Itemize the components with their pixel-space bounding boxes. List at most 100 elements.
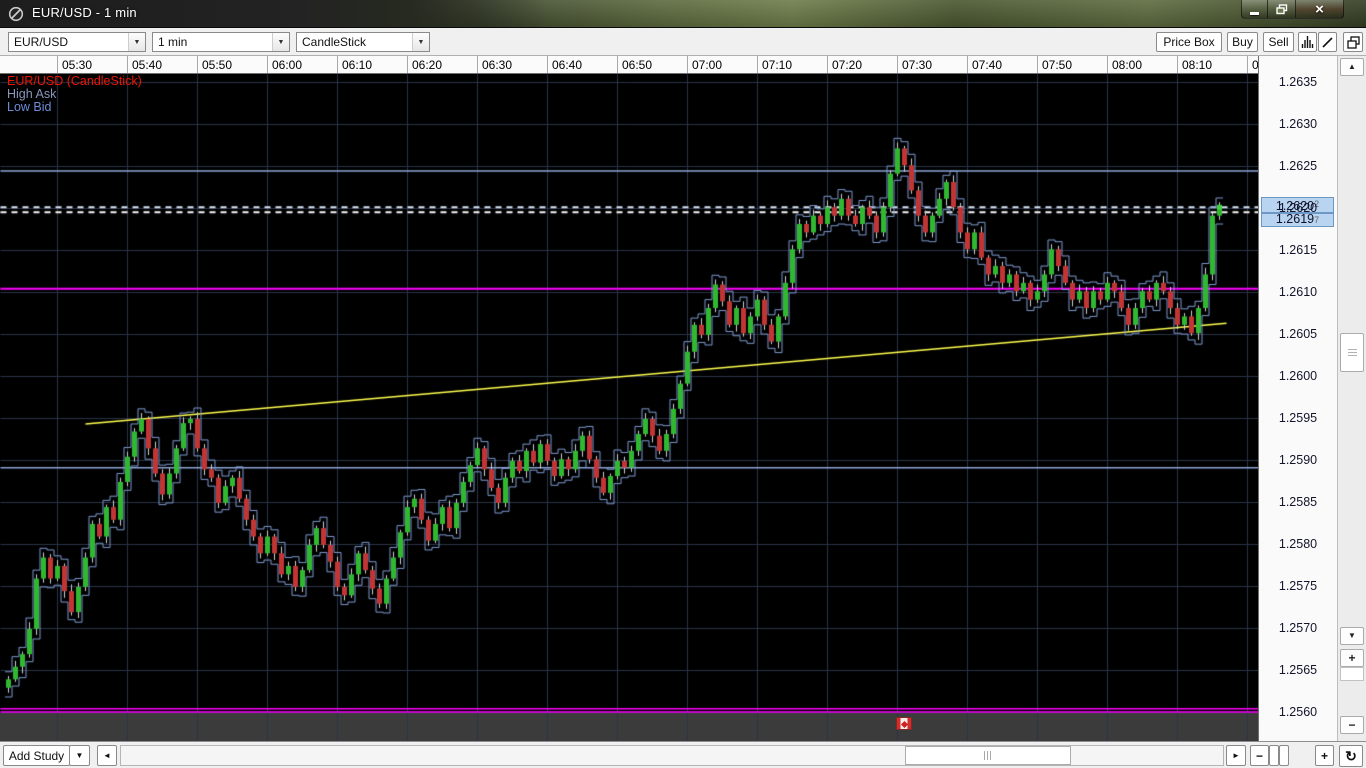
minimize-button[interactable] — [1241, 0, 1268, 19]
horizontal-zoom-out-button[interactable]: − — [1250, 745, 1269, 766]
thumb-grip — [984, 751, 993, 760]
minus-icon: − — [1348, 719, 1355, 731]
legend-low-bid-label: Low Bid — [7, 101, 142, 114]
time-tick — [407, 56, 408, 74]
horizontal-scroll-track[interactable] — [120, 745, 1224, 766]
candlestick-chart-canvas[interactable] — [0, 74, 1258, 741]
reset-icon: ↻ — [1345, 748, 1357, 765]
time-tick-label: 06:50 — [622, 58, 652, 72]
time-tick-label: 07:20 — [832, 58, 862, 72]
time-tick — [477, 56, 478, 74]
left-arrow-icon: ◄ — [103, 752, 111, 760]
chart-plot: EUR/USD (CandleStick) High Ask Low Bid — [0, 74, 1258, 741]
interval-value: 1 min — [158, 35, 187, 49]
symbol-select[interactable]: EUR/USD ▼ — [8, 32, 146, 52]
price-tick-label: 1.2620 — [1259, 201, 1337, 215]
time-tick — [127, 56, 128, 74]
minimize-icon — [1250, 12, 1259, 15]
scroll-left-button[interactable]: ◄ — [97, 745, 117, 766]
time-tick-label: 06:00 — [272, 58, 302, 72]
vertical-zoom-thumb[interactable] — [1340, 667, 1364, 681]
chevron-down-icon: ▼ — [412, 33, 429, 51]
scroll-right-button[interactable]: ► — [1226, 745, 1246, 766]
price-tick-label: 1.2580 — [1259, 537, 1337, 551]
time-tick — [1247, 56, 1248, 74]
time-tick-label: 07:30 — [902, 58, 932, 72]
time-tick-label: 07:50 — [1042, 58, 1072, 72]
restore-button[interactable] — [1268, 0, 1296, 19]
right-arrow-icon: ► — [1232, 752, 1240, 760]
price-tick-label: 1.2615 — [1259, 243, 1337, 257]
buy-button[interactable]: Buy — [1227, 32, 1258, 52]
chart-toolbar: EUR/USD ▼ 1 min ▼ CandleStick ▼ Price Bo… — [0, 28, 1366, 56]
chart-main: 05:3005:4005:5006:0006:1006:2006:3006:40… — [0, 56, 1366, 741]
close-icon: × — [1315, 2, 1324, 17]
horizontal-zoom-in-button[interactable]: + — [1315, 745, 1334, 766]
canada-flag-news-icon[interactable] — [896, 717, 912, 730]
time-tick — [267, 56, 268, 74]
minus-icon: − — [1256, 750, 1263, 762]
time-tick — [617, 56, 618, 74]
current-bid-badge: 1.26197 — [1261, 213, 1334, 227]
time-tick — [1107, 56, 1108, 74]
price-tick-label: 1.2610 — [1259, 285, 1337, 299]
time-tick — [897, 56, 898, 74]
scroll-down-button[interactable]: ▼ — [1340, 627, 1364, 645]
price-tick-label: 1.2590 — [1259, 453, 1337, 467]
price-tick-label: 1.2600 — [1259, 369, 1337, 383]
maple-leaf-glyph — [901, 720, 908, 727]
price-axis[interactable]: 1.26202 1.26197 1.26351.26301.26251.2620… — [1258, 56, 1337, 741]
trendline-tool-icon[interactable] — [1318, 32, 1337, 52]
time-tick-label: 06:30 — [482, 58, 512, 72]
time-tick — [1037, 56, 1038, 74]
reset-zoom-button[interactable]: ↻ — [1339, 745, 1363, 767]
time-tick-label: 07:40 — [972, 58, 1002, 72]
title-bar: EUR/USD - 1 min × — [0, 0, 1366, 28]
time-tick-label: 06:40 — [552, 58, 582, 72]
chart-region: 05:3005:4005:5006:0006:1006:2006:3006:40… — [0, 56, 1258, 741]
chart-type-select[interactable]: CandleStick ▼ — [296, 32, 430, 52]
app-logo-icon[interactable] — [8, 6, 24, 22]
add-study-button[interactable]: Add Study — [3, 745, 70, 766]
time-tick-label: 05:50 — [202, 58, 232, 72]
symbol-value: EUR/USD — [14, 35, 68, 49]
price-tick-label: 1.2570 — [1259, 621, 1337, 635]
plus-icon: + — [1348, 652, 1355, 664]
horizontal-zoom-thumb[interactable] — [1279, 745, 1289, 766]
vertical-zoom-out-button[interactable]: − — [1340, 716, 1364, 734]
price-tick-label: 1.2560 — [1259, 705, 1337, 719]
price-tick-label: 1.2575 — [1259, 579, 1337, 593]
scroll-up-button[interactable]: ▲ — [1340, 58, 1364, 76]
time-tick-label: 06:20 — [412, 58, 442, 72]
window-controls: × — [1241, 0, 1344, 19]
time-tick — [827, 56, 828, 74]
time-tick — [197, 56, 198, 74]
vertical-scroll-thumb[interactable] — [1340, 333, 1364, 372]
chevron-down-icon: ▼ — [128, 33, 145, 51]
time-tick-label: 05:30 — [62, 58, 92, 72]
time-tick — [547, 56, 548, 74]
time-tick-label: 05:40 — [132, 58, 162, 72]
close-button[interactable]: × — [1296, 0, 1344, 19]
time-axis[interactable]: 05:3005:4005:5006:0006:1006:2006:3006:40… — [0, 56, 1258, 74]
price-tick-label: 1.2565 — [1259, 663, 1337, 677]
time-tick-label: 08:10 — [1182, 58, 1212, 72]
cascade-windows-icon[interactable] — [1343, 32, 1363, 52]
thumb-grip — [1348, 349, 1357, 357]
price-box-button[interactable]: Price Box — [1156, 32, 1222, 52]
chevron-down-icon: ▼ — [272, 33, 289, 51]
restore-icon — [1276, 4, 1288, 15]
horizontal-zoom-cell[interactable] — [1269, 745, 1279, 766]
bottom-bar: Add Study ▼ ◄ ► − + ↻ — [0, 741, 1366, 768]
time-tick-label: 07:10 — [762, 58, 792, 72]
horizontal-scroll-thumb[interactable] — [905, 746, 1071, 765]
chevron-down-icon: ▼ — [76, 752, 84, 760]
down-arrow-icon: ▼ — [1348, 632, 1356, 640]
add-study-dropdown-button[interactable]: ▼ — [69, 745, 90, 766]
time-tick — [1177, 56, 1178, 74]
price-tick-label: 1.2595 — [1259, 411, 1337, 425]
interval-select[interactable]: 1 min ▼ — [152, 32, 290, 52]
vertical-zoom-in-button[interactable]: + — [1340, 649, 1364, 667]
market-depth-icon[interactable] — [1298, 32, 1317, 52]
sell-button[interactable]: Sell — [1263, 32, 1294, 52]
